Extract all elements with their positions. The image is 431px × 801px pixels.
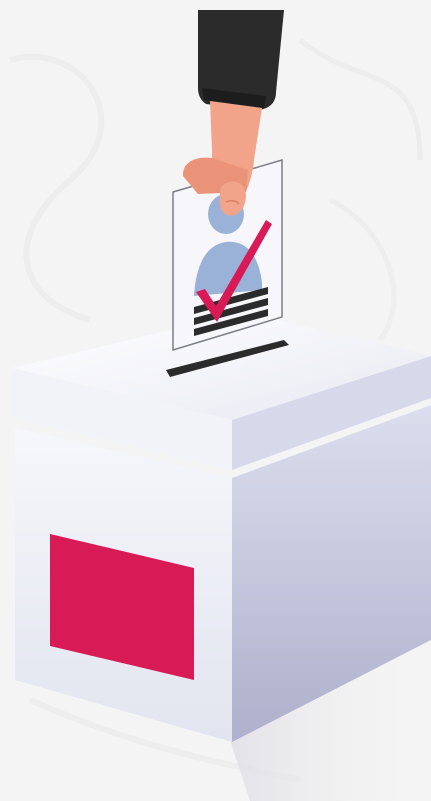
ballot-scene-svg [9,10,431,801]
voting-illustration [0,0,431,801]
